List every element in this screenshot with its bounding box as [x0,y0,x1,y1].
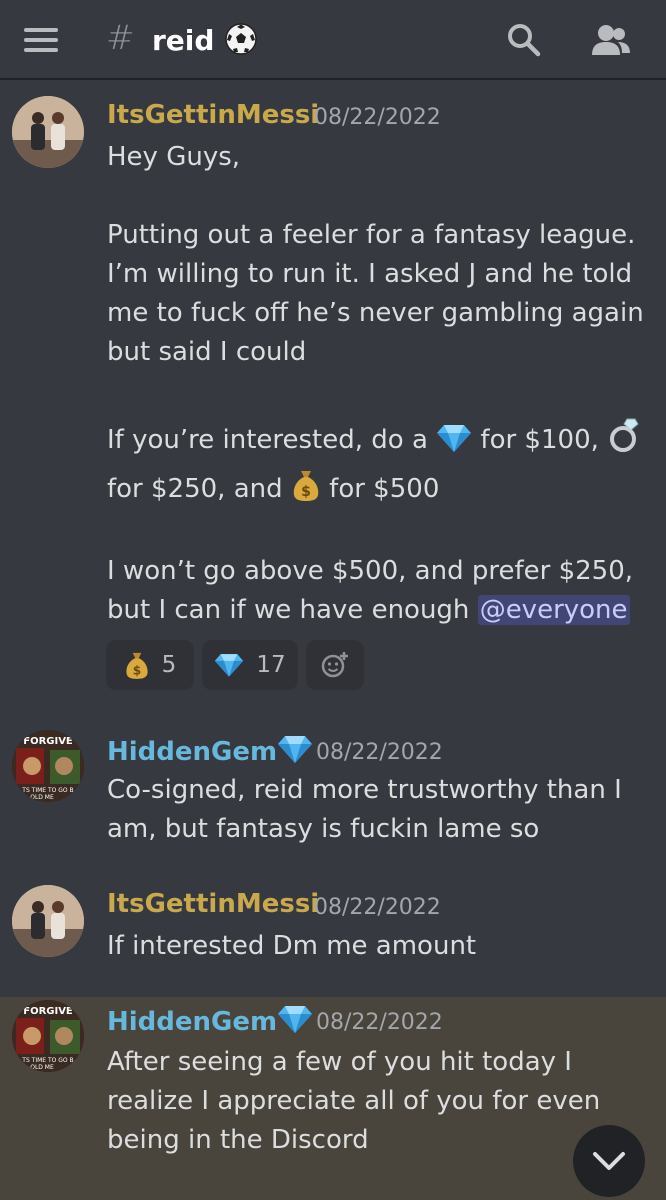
gem-icon [278,736,313,763]
svg-text:TS TIME TO GO B: TS TIME TO GO B [21,1057,73,1064]
money-bag-icon: $ [126,652,148,679]
message-line: being in the Discord [107,1125,369,1155]
message-line: but I can if we have enough @everyone [107,595,630,625]
reaction-money-bag[interactable]: $ 5 [106,640,194,690]
author-name[interactable]: HiddenGem [107,734,313,767]
avatar[interactable] [12,885,84,957]
timestamp: 08/22/2022 [314,895,441,920]
message-content: Hey Guys, Putting out a feeler for a fan… [107,138,647,630]
timestamp: 08/22/2022 [316,1010,443,1035]
avatar[interactable] [12,96,84,168]
avatar[interactable]: FORGIVE TS TIME TO GO B OLD ME [12,730,84,802]
message-content: Co-signed, reid more trustworthy than I … [107,771,647,849]
gem-icon [215,654,244,677]
message-line: After seeing a few of you hit today I [107,1047,572,1077]
jump-to-present-button[interactable] [573,1125,645,1197]
message-line: but said I could [107,337,307,367]
svg-text:TS TIME TO GO B: TS TIME TO GO B [21,787,73,794]
message-content: After seeing a few of you hit today I re… [107,1043,647,1160]
avatar-meme-image: FORGIVE TS TIME TO GO B OLD ME [12,1000,84,1072]
message-content: If interested Dm me amount [107,927,647,966]
svg-text:FORGIVE: FORGIVE [23,736,73,747]
channel-header: # reid [0,0,666,80]
search-icon[interactable] [506,22,542,58]
reaction-gem[interactable]: 17 [202,640,298,690]
channel-name: reid [152,24,215,57]
message-line: If you’re interested, do a for $100, [107,417,647,460]
avatar[interactable]: FORGIVE TS TIME TO GO B OLD ME [12,1000,84,1072]
avatar-photo [12,885,84,957]
channel-title: reid [152,22,258,57]
message-line: Putting out a feeler for a fantasy leagu… [107,220,636,250]
ring-icon [610,418,639,452]
reaction-count: 5 [161,652,177,678]
message-line: Co-signed, reid more trustworthy than I [107,775,622,805]
svg-text:FORGIVE: FORGIVE [23,1006,73,1017]
menu-icon[interactable] [24,28,58,52]
everyone-mention[interactable]: @everyone [477,595,630,625]
avatar-photo [12,96,84,168]
add-reaction-icon [321,652,348,678]
members-icon[interactable] [590,22,632,58]
author-name[interactable]: ItsGettinMessi [107,100,319,130]
author-name[interactable]: HiddenGem [107,1004,313,1037]
message-line: I’m willing to run it. I asked J and he … [107,259,633,289]
svg-text:$: $ [301,484,311,500]
add-reaction-button[interactable] [306,640,364,690]
message-line: am, but fantasy is fuckin lame so [107,814,540,844]
channel-hash-icon: # [106,18,135,58]
message-line: realize I appreciate all of you for even [107,1086,601,1116]
message-line: me to fuck off he’s never gambling again [107,298,644,328]
chevron-down-icon [593,1152,625,1170]
message-line: Hey Guys, [107,142,241,172]
svg-text:$: $ [132,664,140,678]
timestamp: 08/22/2022 [314,105,441,130]
gem-icon [437,425,472,452]
message-line: I won’t go above $500, and prefer $250, [107,556,634,586]
svg-text:OLD ME: OLD ME [30,794,54,801]
message-line: If interested Dm me amount [107,931,477,961]
reaction-count: 17 [256,652,286,678]
timestamp: 08/22/2022 [316,740,443,765]
message-line: for $250, and $ for $500 [107,468,647,509]
soccer-ball-icon [225,23,257,55]
author-name[interactable]: ItsGettinMessi [107,889,319,919]
money-bag-icon: $ [293,471,319,501]
avatar-meme-image: FORGIVE TS TIME TO GO B OLD ME [12,730,84,802]
gem-icon [278,1006,313,1033]
